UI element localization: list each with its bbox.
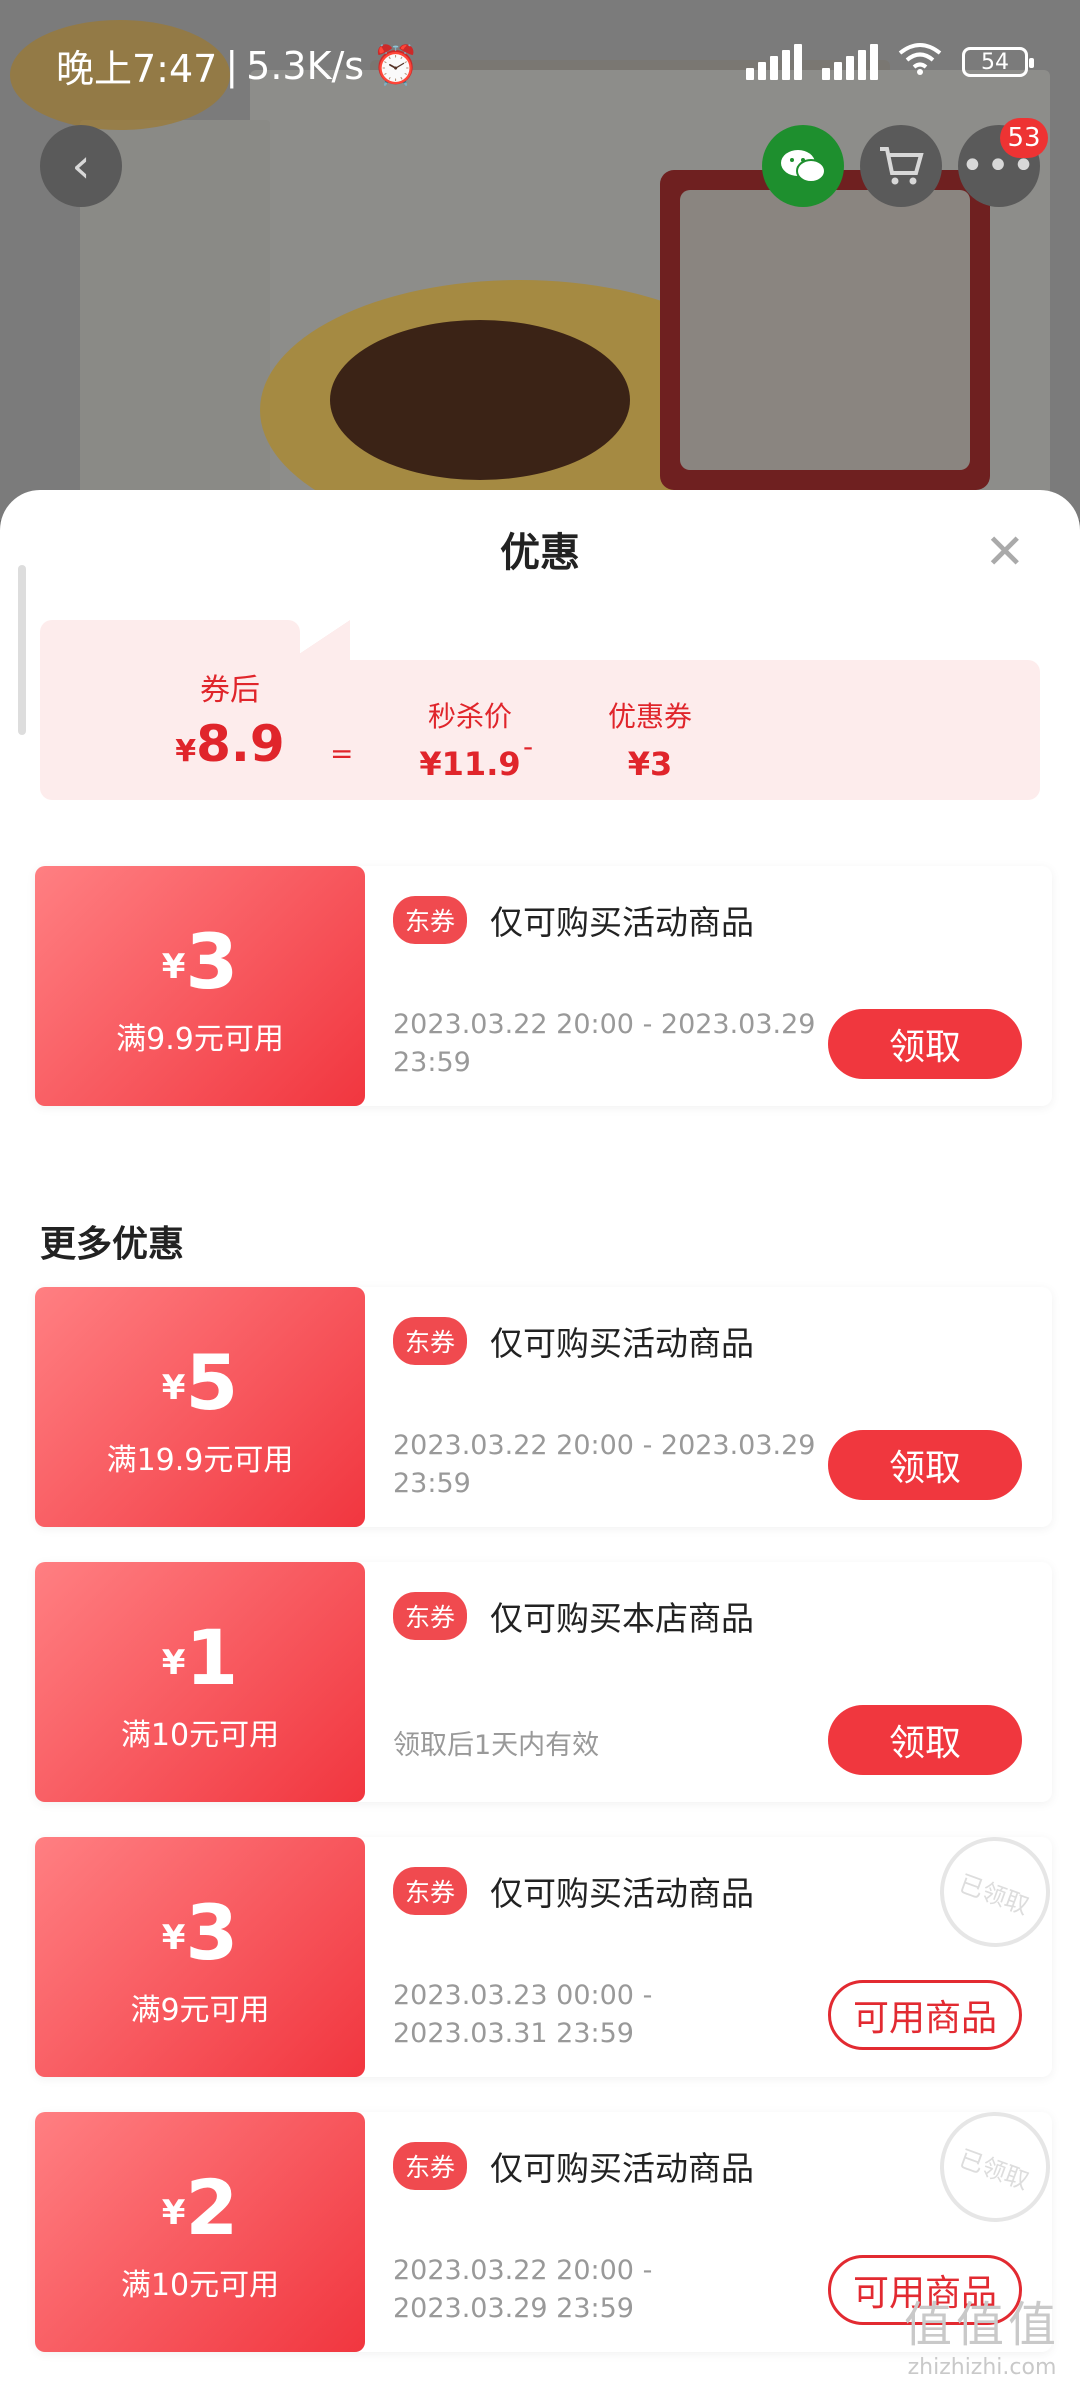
- coupon-amount: 1: [185, 1613, 239, 1702]
- coupon-card: ¥3 满9元可用 东券 仅可购买活动商品 2023.03.23 00:00 - …: [35, 1821, 1066, 2077]
- battery-icon: 54: [962, 47, 1034, 77]
- status-time: 晚上7:47: [56, 47, 218, 91]
- coupon-tag: 东券: [393, 1867, 468, 1915]
- coupon-tag: 东券: [393, 2142, 468, 2190]
- coupon-validity: 领取后1天内有效: [393, 1730, 600, 1761]
- status-bar: 晚上7:47 | 5.3K/s ⏰ 54: [0, 0, 1080, 110]
- coupon-amount: 5: [185, 1338, 239, 1427]
- coupon-condition: 满19.9元可用: [106, 1443, 294, 1478]
- claimed-stamp: 已领取: [924, 2096, 1066, 2238]
- currency-symbol: ¥: [161, 947, 186, 987]
- coupon-condition: 满10元可用: [120, 1718, 280, 1753]
- signal-icon: [822, 44, 878, 80]
- wifi-icon: [898, 40, 942, 84]
- scroll-indicator: [18, 565, 26, 735]
- coupon-card: ¥2 满10元可用 东券 仅可购买活动商品 2023.03.22 20:00 -…: [35, 2096, 1066, 2352]
- coupon-validity: 2023.03.23 00:00 - 2023.03.31 23:59: [393, 1980, 653, 2049]
- coupon-amount: 3: [185, 1888, 239, 1977]
- after-coupon-value: 8.9: [196, 715, 285, 773]
- coupon-card: ¥3 满9.9元可用 东券 仅可购买活动商品 2023.03.22 20:00 …: [35, 866, 1052, 1106]
- equals-sign: =: [330, 737, 354, 770]
- claim-button[interactable]: 领取: [828, 1009, 1022, 1079]
- sheet-title: 优惠: [500, 530, 580, 576]
- coupon-validity: 2023.03.22 20:00 - 2023.03.29 23:59: [393, 2255, 653, 2324]
- coupon-condition: 满9.9元可用: [116, 1022, 284, 1057]
- coupon-value-panel: ¥1 满10元可用: [35, 1562, 365, 1802]
- coupon-label: 优惠券: [607, 700, 692, 733]
- price-summary: 券后 ¥8.9 = 秒杀价 ¥11.9 - 优惠券 ¥3: [40, 620, 1040, 800]
- more-discounts-heading: 更多优惠: [40, 1224, 185, 1265]
- coupon-description: 仅可购买本店商品: [490, 1599, 754, 1638]
- coupon-value-panel: ¥3 满9.9元可用: [35, 866, 365, 1106]
- product-bread-filling: [330, 320, 630, 480]
- watermark-url: zhizhizhi.com: [907, 2355, 1057, 2380]
- coupon-description: 仅可购买活动商品: [490, 1874, 754, 1913]
- discount-sheet: 优惠 ✕ 券后 ¥8.9 = 秒杀价 ¥11.9 - 优惠券 ¥3 ¥3 满9.…: [0, 490, 1080, 2400]
- currency-symbol: ¥: [161, 1368, 186, 1408]
- wechat-icon: [781, 150, 826, 183]
- cart-button[interactable]: [860, 125, 942, 207]
- coupon-tag: 东券: [393, 1317, 468, 1365]
- coupon-validity: 2023.03.22 20:00 - 2023.03.29 23:59: [393, 1430, 816, 1499]
- signal-icon: [746, 44, 802, 80]
- coupon-validity: 2023.03.22 20:00 - 2023.03.29 23:59: [393, 1009, 816, 1078]
- battery-level: 54: [981, 49, 1009, 75]
- coupon-value-panel: ¥5 满19.9元可用: [35, 1287, 365, 1527]
- currency-symbol: ¥: [161, 1643, 186, 1683]
- minus-sign: -: [523, 730, 534, 763]
- currency-symbol: ¥: [175, 734, 197, 769]
- coupon-value-panel: ¥3 满9元可用: [35, 1837, 365, 2077]
- currency-symbol: ¥: [161, 2193, 186, 2233]
- watermark-logo: 值值值: [903, 2297, 1060, 2353]
- cart-icon: [880, 147, 924, 185]
- watermark: 值值值 zhizhizhi.com: [904, 2285, 1060, 2380]
- coupon-amount: 2: [185, 2163, 239, 2252]
- coupon-description: 仅可购买活动商品: [490, 1324, 754, 1363]
- coupon-condition: 满10元可用: [120, 2268, 280, 2303]
- status-speed: 5.3K/s: [246, 43, 365, 88]
- seckill-label: 秒杀价: [427, 700, 512, 733]
- coupon-card: ¥1 满10元可用 东券 仅可购买本店商品 领取后1天内有效 领取: [35, 1562, 1052, 1802]
- after-coupon-label: 券后: [200, 673, 260, 708]
- coupon-tag: 东券: [393, 1592, 468, 1640]
- coupon-value: ¥3: [627, 745, 673, 783]
- claimed-stamp: 已领取: [924, 1821, 1066, 1963]
- coupon-description: 仅可购买活动商品: [490, 903, 754, 942]
- coupon-tag: 东券: [393, 896, 468, 944]
- back-button[interactable]: ‹: [40, 125, 122, 207]
- chevron-left-icon: ‹: [71, 138, 91, 194]
- after-coupon-price: 券后 ¥8.9: [130, 665, 330, 773]
- coupon-value-panel: ¥2 满10元可用: [35, 2112, 365, 2352]
- claim-button[interactable]: 领取: [828, 1705, 1022, 1775]
- close-button[interactable]: ✕: [985, 528, 1025, 576]
- coupon-card: ¥5 满19.9元可用 东券 仅可购买活动商品 2023.03.22 20:00…: [35, 1287, 1052, 1527]
- available-products-button[interactable]: 可用商品: [828, 1980, 1022, 2050]
- alarm-icon: ⏰: [372, 43, 420, 87]
- currency-symbol: ¥: [161, 1918, 186, 1958]
- coupon-condition: 满9元可用: [130, 1993, 270, 2028]
- coupon-discount: 优惠券 ¥3: [570, 695, 730, 783]
- wechat-share-button[interactable]: [762, 125, 844, 207]
- claim-button[interactable]: 领取: [828, 1430, 1022, 1500]
- coupon-amount: 3: [185, 917, 239, 1006]
- cart-badge: 53: [1000, 118, 1048, 158]
- product-label-inner: [680, 190, 970, 470]
- coupon-description: 仅可购买活动商品: [490, 2149, 754, 2188]
